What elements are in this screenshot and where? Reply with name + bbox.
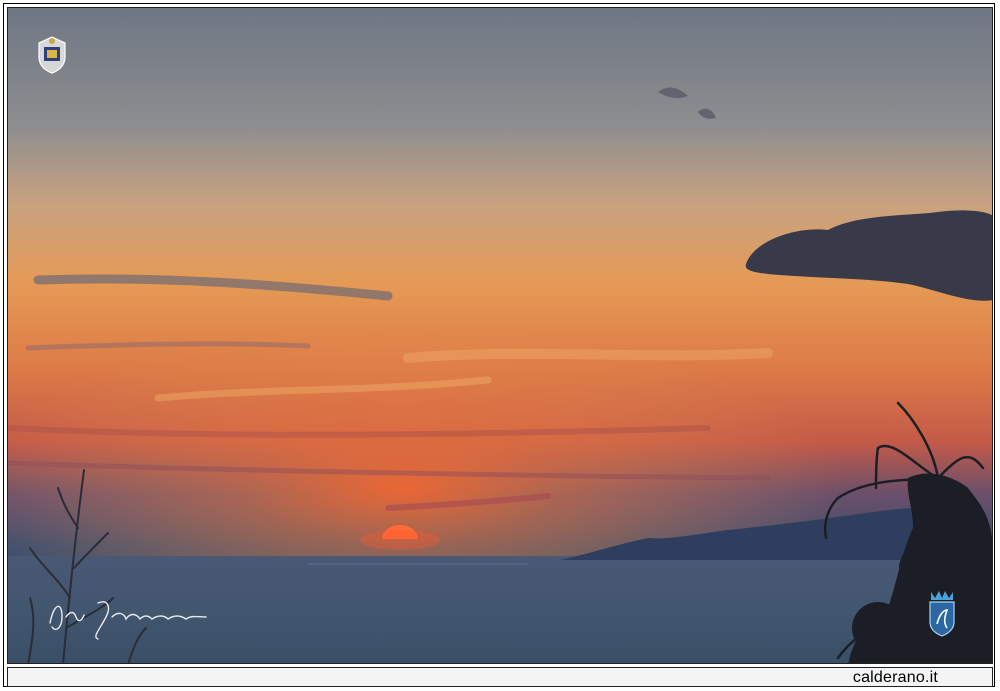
handwritten-signature [49,601,207,640]
sunset-photo [7,7,993,664]
crest-logo-icon [38,36,66,74]
site-name: calderano.it [852,669,938,686]
shield-logo-icon [929,591,955,637]
footer-bar: calderano.it [7,667,993,687]
